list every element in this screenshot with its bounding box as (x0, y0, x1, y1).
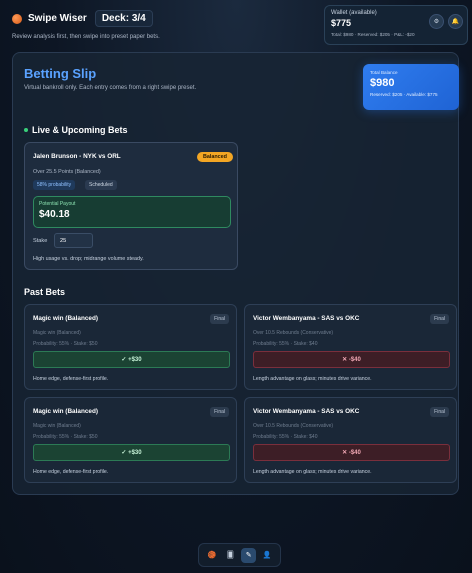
deck-indicator: Deck: 3/4 (94, 10, 153, 27)
past-bet-note: Home edge, defense-first profile. (33, 376, 109, 382)
basketball-icon: 🏀 (207, 552, 217, 559)
betting-slip-panel: Betting Slip Virtual bankroll only. Each… (12, 52, 459, 495)
past-bet-note: Length advantage on glass; minutes drive… (253, 469, 372, 475)
nav-basketball-button[interactable]: 🏀 (205, 548, 220, 563)
past-bet-meta: Probability: 55% · Stake: $50 (33, 341, 98, 347)
total-balance-amount: $980 (370, 77, 395, 89)
status-badge: Final (430, 407, 449, 417)
pencil-icon: ✎ (245, 552, 252, 559)
basketball-logo-icon (12, 13, 22, 24)
past-bet-line: Magic win (Balanced) (33, 330, 81, 336)
status-badge: Final (210, 314, 229, 324)
total-balance-detail: Reserved: $205 · Available: $775 (370, 92, 438, 97)
wallet-card: Wallet (available) $775 Total: $980 · Re… (324, 5, 468, 45)
live-bet-note: High usage vs. drop; midrange volume ste… (33, 256, 144, 262)
result-win: ✓ +$30 (33, 444, 230, 461)
result-loss: ✕ -$40 (253, 444, 450, 461)
status-badge: Final (210, 407, 229, 417)
past-bet-meta: Probability: 55% · Stake: $50 (33, 434, 98, 440)
past-bet-line: Over 10.5 Rebounds (Conservative) (253, 330, 334, 336)
risk-badge: Balanced (197, 152, 233, 162)
past-bet-note: Length advantage on glass; minutes drive… (253, 376, 372, 382)
stake-label: Stake (33, 238, 48, 244)
cards-icon: 🂠 (226, 552, 234, 559)
page-title: Betting Slip (24, 66, 97, 81)
nav-pencil-button[interactable]: ✎ (241, 547, 257, 563)
notifications-button[interactable]: 🔔 (448, 14, 463, 29)
probability-chip: 58% probability (33, 180, 76, 190)
total-balance-card: Total Balance $980 Reserved: $205 · Avai… (363, 64, 459, 110)
page-subtitle: Virtual bankroll only. Each entry comes … (24, 85, 197, 91)
past-bet-card[interactable]: Victor Wembanyama - SAS vs OKC Final Ove… (244, 397, 457, 483)
settings-button[interactable]: ⚙ (429, 14, 444, 29)
past-bet-title: Magic win (Balanced) (33, 408, 98, 415)
payout-amount: $40.18 (39, 209, 70, 220)
nav-cards-button[interactable]: 🂠 (223, 548, 238, 563)
live-dot-icon (24, 128, 28, 132)
past-bet-title: Victor Wembanyama - SAS vs OKC (253, 315, 360, 322)
potential-payout-box: Potential Payout $40.18 (33, 196, 231, 228)
bell-icon: 🔔 (451, 19, 460, 25)
live-bet-card[interactable]: Jalen Brunson - NYK vs ORL Balanced Over… (24, 142, 238, 270)
live-heading-text: Live & Upcoming Bets (32, 125, 128, 135)
status-badge: Final (430, 314, 449, 324)
past-bet-card[interactable]: Magic win (Balanced) Final Magic win (Ba… (24, 397, 237, 483)
stake-input[interactable] (54, 233, 93, 248)
total-balance-label: Total Balance (370, 70, 398, 75)
header: Swipe Wiser Deck: 3/4 Review analysis fi… (12, 5, 468, 46)
past-bets-heading: Past Bets (24, 287, 66, 297)
past-bet-title: Magic win (Balanced) (33, 315, 98, 322)
user-icon: 👤 (262, 552, 272, 559)
past-bet-card[interactable]: Magic win (Balanced) Final Magic win (Ba… (24, 304, 237, 390)
past-bet-title: Victor Wembanyama - SAS vs OKC (253, 408, 360, 415)
wallet-detail: Total: $980 · Reserved: $205 · P&L: -$20 (331, 32, 415, 37)
past-bet-note: Home edge, defense-first profile. (33, 469, 109, 475)
result-win: ✓ +$30 (33, 351, 230, 368)
past-bet-line: Magic win (Balanced) (33, 423, 81, 429)
nav-profile-button[interactable]: 👤 (259, 548, 274, 563)
payout-label: Potential Payout (39, 201, 76, 207)
past-bet-card[interactable]: Victor Wembanyama - SAS vs OKC Final Ove… (244, 304, 457, 390)
gear-icon: ⚙ (433, 19, 440, 25)
status-chip: Scheduled (85, 180, 117, 190)
bottom-nav: 🏀 🂠 ✎ 👤 (198, 543, 281, 567)
past-bet-meta: Probability: 55% · Stake: $40 (253, 434, 318, 440)
live-heading: Live & Upcoming Bets (24, 125, 128, 135)
past-bet-meta: Probability: 55% · Stake: $40 (253, 341, 318, 347)
header-subtitle: Review analysis first, then swipe into p… (12, 34, 160, 40)
result-loss: ✕ -$40 (253, 351, 450, 368)
brand: Swipe Wiser Deck: 3/4 (12, 10, 153, 27)
app-title: Swipe Wiser (28, 13, 87, 24)
past-bet-line: Over 10.5 Rebounds (Conservative) (253, 423, 334, 429)
live-bet-title: Jalen Brunson - NYK vs ORL (33, 153, 121, 160)
live-bet-line: Over 25.5 Points (Balanced) (33, 169, 101, 175)
